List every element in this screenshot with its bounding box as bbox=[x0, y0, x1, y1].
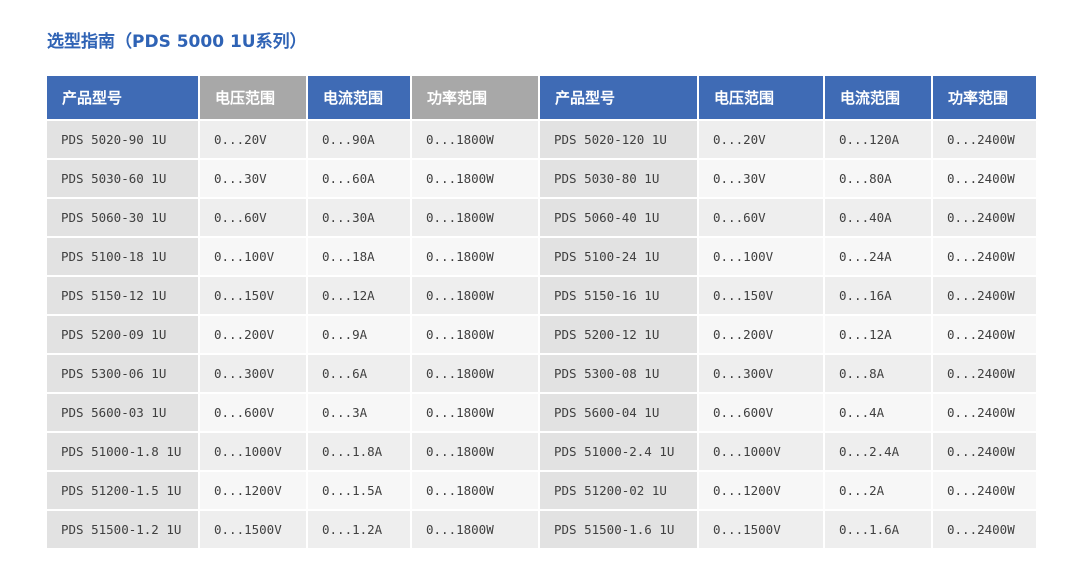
cell-current-right-row-7: 0...8A bbox=[825, 355, 931, 392]
cell-voltage-left-row-5: 0...150V bbox=[200, 277, 306, 314]
cell-power-left-row-3: 0...1800W bbox=[412, 199, 538, 236]
cell-voltage-left-row-4: 0...100V bbox=[200, 238, 306, 275]
cell-model-right-row-2: PDS 5030-80 1U bbox=[540, 160, 697, 197]
header-current-right: 电流范围 bbox=[825, 76, 931, 119]
cell-current-left-row-8: 0...3A bbox=[308, 394, 410, 431]
cell-model-left-row-11: PDS 51500-1.2 1U bbox=[47, 511, 198, 548]
cell-model-left-row-3: PDS 5060-30 1U bbox=[47, 199, 198, 236]
cell-power-right-row-8: 0...2400W bbox=[933, 394, 1036, 431]
cell-power-left-row-6: 0...1800W bbox=[412, 316, 538, 353]
cell-power-right-row-10: 0...2400W bbox=[933, 472, 1036, 509]
cell-voltage-left-row-11: 0...1500V bbox=[200, 511, 306, 548]
cell-current-left-row-6: 0...9A bbox=[308, 316, 410, 353]
header-voltage-right: 电压范围 bbox=[699, 76, 823, 119]
cell-power-left-row-10: 0...1800W bbox=[412, 472, 538, 509]
cell-current-right-row-9: 0...2.4A bbox=[825, 433, 931, 470]
cell-model-left-row-2: PDS 5030-60 1U bbox=[47, 160, 198, 197]
cell-power-left-row-11: 0...1800W bbox=[412, 511, 538, 548]
cell-voltage-left-row-8: 0...600V bbox=[200, 394, 306, 431]
cell-power-right-row-2: 0...2400W bbox=[933, 160, 1036, 197]
cell-power-right-row-6: 0...2400W bbox=[933, 316, 1036, 353]
cell-voltage-left-row-7: 0...300V bbox=[200, 355, 306, 392]
selection-guide-table: 产品型号 电压范围 电流范围 功率范围 产品型号 电压范围 电流范围 功率范围 PDS 5020… bbox=[47, 76, 1036, 548]
cell-current-left-row-3: 0...30A bbox=[308, 199, 410, 236]
cell-voltage-right-row-11: 0...1500V bbox=[699, 511, 823, 548]
cell-power-left-row-5: 0...1800W bbox=[412, 277, 538, 314]
cell-voltage-left-row-9: 0...1000V bbox=[200, 433, 306, 470]
cell-model-left-row-10: PDS 51200-1.5 1U bbox=[47, 472, 198, 509]
cell-power-left-row-7: 0...1800W bbox=[412, 355, 538, 392]
cell-voltage-right-row-3: 0...60V bbox=[699, 199, 823, 236]
cell-model-right-row-10: PDS 51200-02 1U bbox=[540, 472, 697, 509]
cell-model-left-row-8: PDS 5600-03 1U bbox=[47, 394, 198, 431]
cell-power-right-row-1: 0...2400W bbox=[933, 121, 1036, 158]
cell-current-left-row-5: 0...12A bbox=[308, 277, 410, 314]
cell-voltage-left-row-3: 0...60V bbox=[200, 199, 306, 236]
header-current-left: 电流范围 bbox=[308, 76, 410, 119]
cell-current-left-row-4: 0...18A bbox=[308, 238, 410, 275]
cell-voltage-right-row-4: 0...100V bbox=[699, 238, 823, 275]
header-model-left: 产品型号 bbox=[47, 76, 198, 119]
cell-power-right-row-5: 0...2400W bbox=[933, 277, 1036, 314]
cell-current-left-row-9: 0...1.8A bbox=[308, 433, 410, 470]
cell-model-right-row-9: PDS 51000-2.4 1U bbox=[540, 433, 697, 470]
cell-model-right-row-8: PDS 5600-04 1U bbox=[540, 394, 697, 431]
cell-current-right-row-11: 0...1.6A bbox=[825, 511, 931, 548]
cell-current-left-row-10: 0...1.5A bbox=[308, 472, 410, 509]
cell-current-right-row-8: 0...4A bbox=[825, 394, 931, 431]
cell-current-left-row-11: 0...1.2A bbox=[308, 511, 410, 548]
cell-power-left-row-1: 0...1800W bbox=[412, 121, 538, 158]
cell-model-right-row-1: PDS 5020-120 1U bbox=[540, 121, 697, 158]
cell-power-right-row-7: 0...2400W bbox=[933, 355, 1036, 392]
cell-voltage-right-row-2: 0...30V bbox=[699, 160, 823, 197]
cell-current-right-row-6: 0...12A bbox=[825, 316, 931, 353]
cell-voltage-right-row-8: 0...600V bbox=[699, 394, 823, 431]
cell-model-left-row-6: PDS 5200-09 1U bbox=[47, 316, 198, 353]
cell-model-left-row-5: PDS 5150-12 1U bbox=[47, 277, 198, 314]
cell-voltage-right-row-6: 0...200V bbox=[699, 316, 823, 353]
cell-voltage-right-row-7: 0...300V bbox=[699, 355, 823, 392]
cell-voltage-right-row-1: 0...20V bbox=[699, 121, 823, 158]
cell-voltage-right-row-5: 0...150V bbox=[699, 277, 823, 314]
cell-model-right-row-7: PDS 5300-08 1U bbox=[540, 355, 697, 392]
cell-voltage-left-row-6: 0...200V bbox=[200, 316, 306, 353]
cell-current-left-row-7: 0...6A bbox=[308, 355, 410, 392]
cell-voltage-left-row-1: 0...20V bbox=[200, 121, 306, 158]
cell-voltage-left-row-2: 0...30V bbox=[200, 160, 306, 197]
cell-power-right-row-3: 0...2400W bbox=[933, 199, 1036, 236]
cell-current-left-row-2: 0...60A bbox=[308, 160, 410, 197]
header-power-left: 功率范围 bbox=[412, 76, 538, 119]
page-title: 选型指南（PDS 5000 1U系列） bbox=[47, 32, 307, 52]
header-power-right: 功率范围 bbox=[933, 76, 1036, 119]
cell-model-right-row-5: PDS 5150-16 1U bbox=[540, 277, 697, 314]
cell-model-left-row-9: PDS 51000-1.8 1U bbox=[47, 433, 198, 470]
cell-voltage-left-row-10: 0...1200V bbox=[200, 472, 306, 509]
cell-power-left-row-2: 0...1800W bbox=[412, 160, 538, 197]
cell-power-right-row-4: 0...2400W bbox=[933, 238, 1036, 275]
cell-power-right-row-11: 0...2400W bbox=[933, 511, 1036, 548]
cell-voltage-right-row-10: 0...1200V bbox=[699, 472, 823, 509]
cell-current-right-row-5: 0...16A bbox=[825, 277, 931, 314]
cell-voltage-right-row-9: 0...1000V bbox=[699, 433, 823, 470]
header-voltage-left: 电压范围 bbox=[200, 76, 306, 119]
cell-model-left-row-4: PDS 5100-18 1U bbox=[47, 238, 198, 275]
cell-power-right-row-9: 0...2400W bbox=[933, 433, 1036, 470]
cell-power-left-row-9: 0...1800W bbox=[412, 433, 538, 470]
cell-current-left-row-1: 0...90A bbox=[308, 121, 410, 158]
cell-model-right-row-11: PDS 51500-1.6 1U bbox=[540, 511, 697, 548]
cell-current-right-row-2: 0...80A bbox=[825, 160, 931, 197]
cell-power-left-row-8: 0...1800W bbox=[412, 394, 538, 431]
cell-current-right-row-10: 0...2A bbox=[825, 472, 931, 509]
cell-power-left-row-4: 0...1800W bbox=[412, 238, 538, 275]
cell-model-right-row-3: PDS 5060-40 1U bbox=[540, 199, 697, 236]
cell-model-left-row-1: PDS 5020-90 1U bbox=[47, 121, 198, 158]
cell-model-right-row-4: PDS 5100-24 1U bbox=[540, 238, 697, 275]
cell-model-right-row-6: PDS 5200-12 1U bbox=[540, 316, 697, 353]
cell-current-right-row-4: 0...24A bbox=[825, 238, 931, 275]
header-model-right: 产品型号 bbox=[540, 76, 697, 119]
cell-current-right-row-1: 0...120A bbox=[825, 121, 931, 158]
cell-model-left-row-7: PDS 5300-06 1U bbox=[47, 355, 198, 392]
cell-current-right-row-3: 0...40A bbox=[825, 199, 931, 236]
